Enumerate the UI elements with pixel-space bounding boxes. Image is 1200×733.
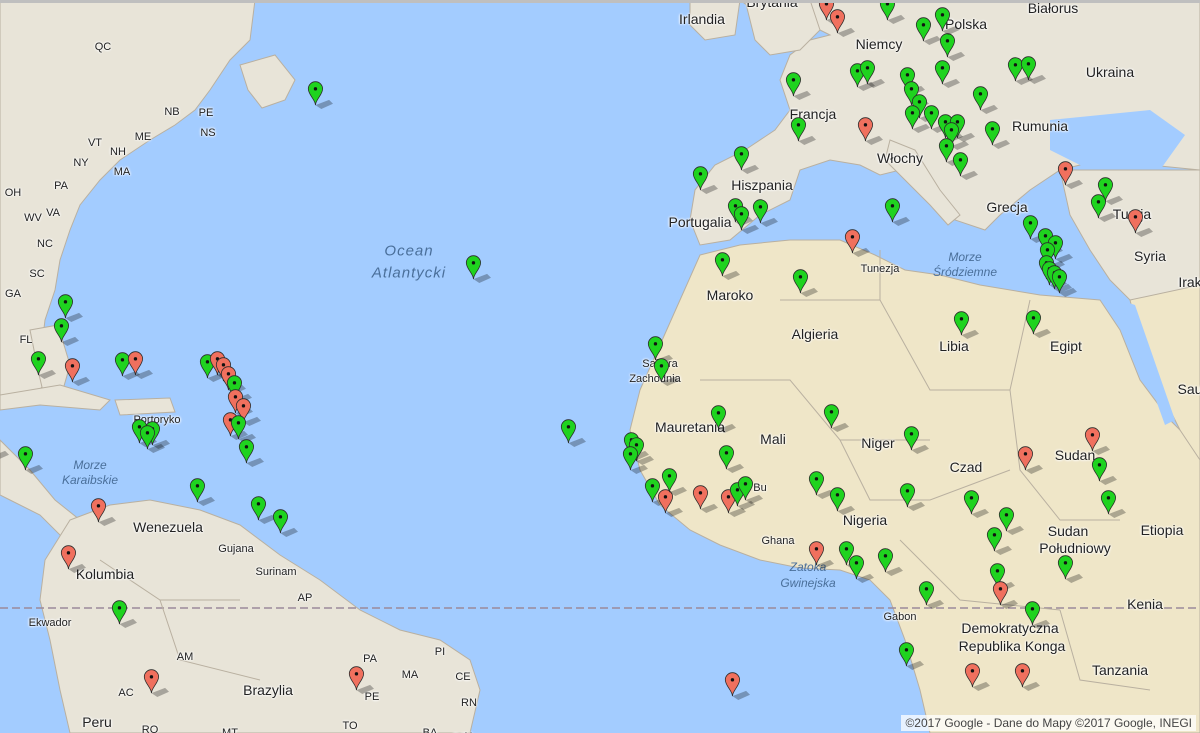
green-map-pin-icon[interactable] xyxy=(1100,485,1127,525)
red-map-pin-icon[interactable] xyxy=(1017,441,1044,481)
red-map-pin-icon[interactable] xyxy=(964,658,990,698)
red-map-pin-icon[interactable] xyxy=(692,480,719,520)
green-map-pin-icon[interactable] xyxy=(733,141,760,181)
green-map-pin-icon[interactable] xyxy=(53,313,80,353)
green-map-pin-icon[interactable] xyxy=(898,637,925,677)
top-border xyxy=(0,0,1200,3)
red-map-pin-icon[interactable] xyxy=(844,224,870,264)
green-map-pin-icon[interactable] xyxy=(903,421,929,461)
green-map-pin-icon[interactable] xyxy=(1025,305,1052,345)
green-map-pin-icon[interactable] xyxy=(823,399,849,439)
green-map-pin-icon[interactable] xyxy=(792,264,819,304)
green-map-pin-icon[interactable] xyxy=(790,112,816,152)
map-attribution[interactable]: ©2017 Google - Dane do Mapy ©2017 Google… xyxy=(901,715,1196,731)
red-map-pin-icon[interactable] xyxy=(829,4,855,44)
green-map-pin-icon[interactable] xyxy=(272,504,299,544)
green-map-pin-icon[interactable] xyxy=(692,161,719,201)
green-map-pin-icon[interactable] xyxy=(963,485,989,525)
green-map-pin-icon[interactable] xyxy=(111,595,138,635)
green-map-pin-icon[interactable] xyxy=(934,55,960,95)
red-map-pin-icon[interactable] xyxy=(60,540,87,580)
red-map-pin-icon[interactable] xyxy=(808,536,834,576)
green-map-pin-icon[interactable] xyxy=(714,247,740,287)
red-map-pin-icon[interactable] xyxy=(1127,204,1153,244)
green-map-pin-icon[interactable] xyxy=(17,441,44,481)
green-map-pin-icon[interactable] xyxy=(1097,172,1124,212)
green-map-pin-icon[interactable] xyxy=(785,67,812,107)
green-map-pin-icon[interactable] xyxy=(560,414,587,454)
red-map-pin-icon[interactable] xyxy=(64,353,91,393)
green-map-pin-icon[interactable] xyxy=(307,76,333,116)
map-viewport[interactable]: Ocean Atlantycki Morze Karaibskie Morze … xyxy=(0,0,1200,733)
green-map-pin-icon[interactable] xyxy=(1024,596,1050,636)
red-map-pin-icon[interactable] xyxy=(1057,156,1083,196)
green-map-pin-icon[interactable] xyxy=(1057,550,1084,590)
green-map-pin-icon[interactable] xyxy=(899,478,926,518)
green-map-pin-icon[interactable] xyxy=(710,400,737,440)
green-map-pin-icon[interactable] xyxy=(189,473,215,513)
markers-layer xyxy=(0,0,1200,733)
red-map-pin-icon[interactable] xyxy=(0,427,9,467)
green-map-pin-icon[interactable] xyxy=(653,353,680,393)
red-map-pin-icon[interactable] xyxy=(90,493,116,533)
green-map-pin-icon[interactable] xyxy=(30,346,57,386)
green-map-pin-icon[interactable] xyxy=(952,147,979,187)
green-map-pin-icon[interactable] xyxy=(737,471,764,511)
green-map-pin-icon[interactable] xyxy=(918,576,945,616)
green-map-pin-icon[interactable] xyxy=(953,306,980,346)
green-map-pin-icon[interactable] xyxy=(829,482,855,522)
green-map-pin-icon[interactable] xyxy=(848,550,874,590)
green-map-pin-icon[interactable] xyxy=(879,0,906,31)
red-map-pin-icon[interactable] xyxy=(724,667,751,707)
green-map-pin-icon[interactable] xyxy=(859,55,886,95)
green-map-pin-icon[interactable] xyxy=(877,543,903,583)
red-map-pin-icon[interactable] xyxy=(992,576,1019,616)
green-map-pin-icon[interactable] xyxy=(884,193,911,233)
green-map-pin-icon[interactable] xyxy=(1020,51,1047,91)
green-map-pin-icon[interactable] xyxy=(984,116,1011,156)
green-map-pin-icon[interactable] xyxy=(238,434,265,474)
green-map-pin-icon[interactable] xyxy=(661,463,687,503)
red-map-pin-icon[interactable] xyxy=(348,661,374,701)
red-map-pin-icon[interactable] xyxy=(143,664,169,704)
green-map-pin-icon[interactable] xyxy=(139,420,166,460)
green-map-pin-icon[interactable] xyxy=(998,502,1025,542)
red-map-pin-icon[interactable] xyxy=(127,346,153,386)
red-map-pin-icon[interactable] xyxy=(857,112,884,152)
green-map-pin-icon[interactable] xyxy=(934,2,960,42)
green-map-pin-icon[interactable] xyxy=(752,194,779,234)
red-map-pin-icon[interactable] xyxy=(1014,658,1040,698)
green-map-pin-icon[interactable] xyxy=(465,250,492,290)
green-map-pin-icon[interactable] xyxy=(1051,264,1078,304)
